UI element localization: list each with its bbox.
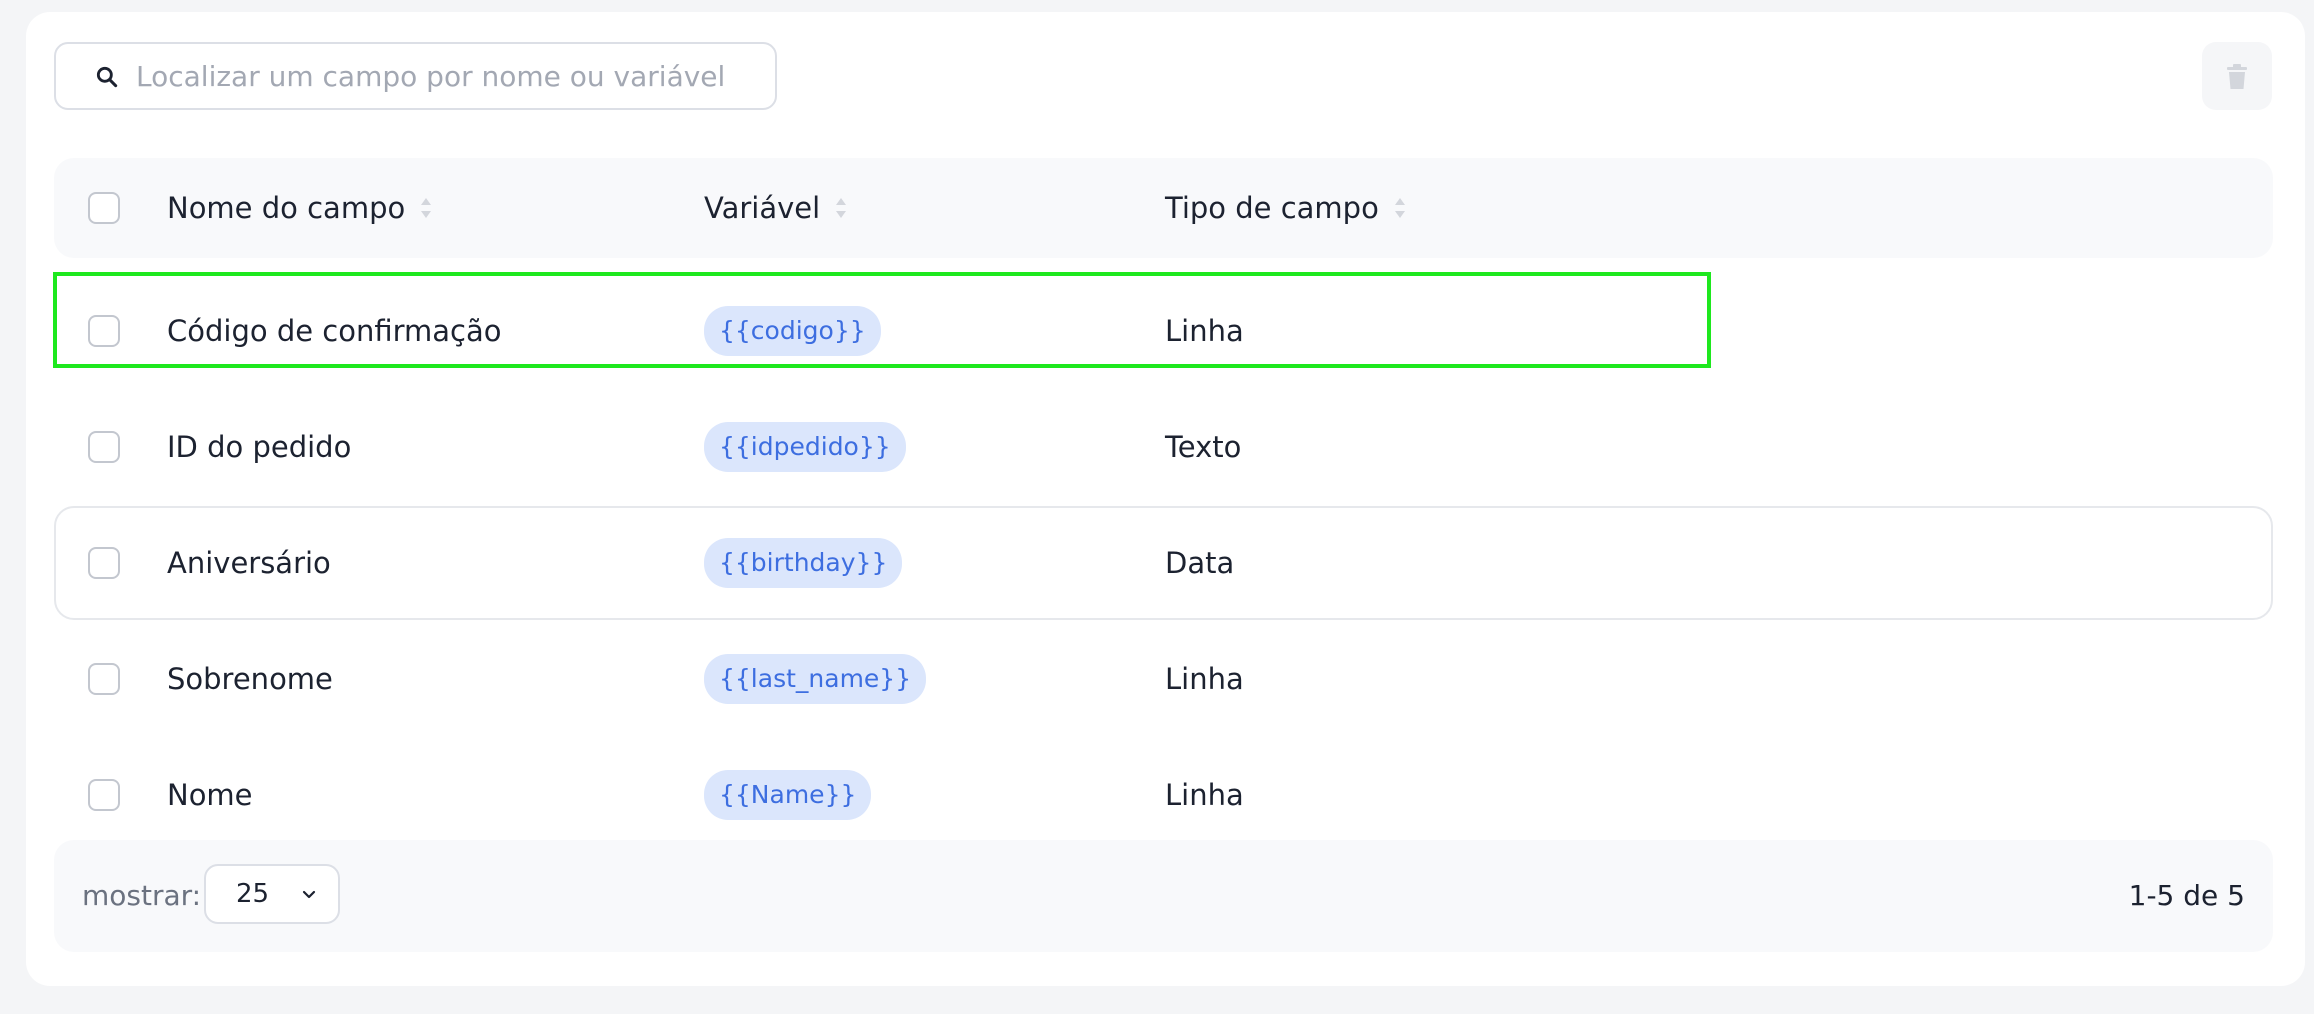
row-checkbox[interactable] [88, 431, 120, 463]
field-name: Aniversário [167, 546, 331, 580]
field-type: Linha [1165, 662, 1244, 696]
table-row[interactable]: Sobrenome {{last_name}} Linha [54, 622, 2273, 736]
field-name: Sobrenome [167, 662, 333, 696]
delete-button[interactable] [2202, 42, 2272, 110]
field-type: Texto [1165, 430, 1242, 464]
field-type: Data [1165, 546, 1235, 580]
trash-icon [2227, 64, 2247, 89]
table-row[interactable]: Código de confirmação {{codigo}} Linha [54, 274, 2273, 388]
variable-cell: {{birthday}} [704, 508, 903, 618]
chevron-down-icon [302, 890, 316, 899]
row-checkbox[interactable] [88, 663, 120, 695]
column-header-name[interactable]: Nome do campo [167, 158, 433, 258]
search-icon [96, 66, 118, 88]
sort-icon [1394, 198, 1405, 218]
fields-card: Nome do campo Variável Tipo de campo Cód… [26, 12, 2305, 986]
table-row[interactable]: ID do pedido {{idpedido}} Texto [54, 390, 2273, 504]
field-name: Código de confirmação [167, 314, 502, 348]
search-input[interactable] [136, 44, 756, 108]
table-row[interactable]: Aniversário {{birthday}} Data [54, 506, 2273, 620]
field-type: Linha [1165, 778, 1244, 812]
page-size-select[interactable]: 25 [204, 864, 340, 924]
search-box[interactable] [54, 42, 777, 110]
pagination-range: 1-5 de 5 [2128, 879, 2245, 912]
variable-tag: {{idpedido}} [704, 422, 906, 472]
field-name: ID do pedido [167, 430, 352, 464]
variable-cell: {{Name}} [704, 738, 872, 852]
variable-tag: {{codigo}} [704, 306, 881, 356]
column-header-label: Variável [704, 191, 821, 225]
page-size-value: 25 [236, 879, 270, 909]
page-size-label: mostrar: [82, 879, 202, 912]
row-checkbox[interactable] [88, 779, 120, 811]
sort-icon [421, 198, 432, 218]
sort-icon [836, 198, 847, 218]
variable-tag: {{birthday}} [704, 538, 903, 588]
column-header-variable[interactable]: Variável [704, 158, 848, 258]
select-all-checkbox[interactable] [88, 192, 120, 224]
table-row[interactable]: Nome {{Name}} Linha [54, 738, 2273, 852]
field-name: Nome [167, 778, 253, 812]
table-footer: mostrar: 25 1-5 de 5 [54, 840, 2273, 952]
column-header-label: Nome do campo [167, 191, 406, 225]
field-type: Linha [1165, 314, 1244, 348]
row-checkbox[interactable] [88, 547, 120, 579]
column-header-label: Tipo de campo [1165, 191, 1379, 225]
variable-cell: {{last_name}} [704, 622, 927, 736]
variable-tag: {{last_name}} [704, 654, 927, 704]
row-checkbox[interactable] [88, 315, 120, 347]
variable-cell: {{codigo}} [704, 274, 881, 388]
column-header-type[interactable]: Tipo de campo [1165, 158, 1407, 258]
variable-cell: {{idpedido}} [704, 390, 906, 504]
table-header: Nome do campo Variável Tipo de campo [54, 158, 2273, 258]
variable-tag: {{Name}} [704, 770, 872, 820]
